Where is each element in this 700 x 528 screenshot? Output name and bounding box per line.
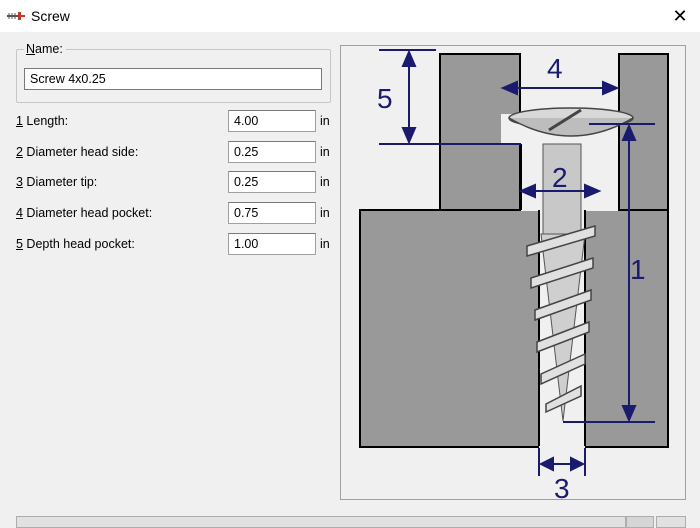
dimension-label-4: 4	[547, 53, 563, 84]
param-row-diameter-head-side: 2 Diameter head side: in	[16, 141, 346, 163]
diameter-head-pocket-unit: in	[320, 206, 330, 220]
screw-diagram-panel: 5 4 2 1 3	[340, 45, 686, 501]
param-row-depth-head-pocket: 5 Depth head pocket: in	[16, 233, 346, 255]
screw-diagram: 5 4 2 1 3	[359, 49, 669, 501]
title-bar: Screw ✕	[0, 0, 700, 32]
diameter-tip-label: 3 Diameter tip:	[16, 175, 98, 189]
close-button[interactable]: ✕	[660, 0, 700, 32]
dimension-label-3: 3	[554, 473, 570, 501]
window-title: Screw	[31, 8, 70, 24]
name-label: Name:	[24, 42, 66, 57]
length-label: 1 Length:	[16, 114, 69, 128]
bottom-button-left[interactable]	[626, 516, 654, 528]
dimension-label-1: 1	[630, 254, 646, 285]
depth-head-pocket-input[interactable]	[228, 233, 316, 255]
length-input[interactable]	[228, 110, 316, 132]
diameter-tip-input[interactable]	[228, 171, 316, 193]
dimension-label-2: 2	[552, 162, 568, 193]
param-row-length: 1 Length: in	[16, 110, 346, 132]
length-unit: in	[320, 114, 330, 128]
bottom-button-right[interactable]	[656, 516, 686, 528]
screw-app-icon	[7, 12, 25, 20]
close-icon: ✕	[672, 6, 688, 26]
dimension-label-5: 5	[377, 83, 393, 114]
bottom-input-bar[interactable]	[16, 516, 626, 528]
name-input[interactable]	[24, 68, 322, 90]
diameter-head-pocket-label: 4 Diameter head pocket:	[16, 206, 153, 220]
param-row-diameter-tip: 3 Diameter tip: in	[16, 171, 346, 193]
diameter-head-pocket-input[interactable]	[228, 202, 316, 224]
diameter-head-side-label: 2 Diameter head side:	[16, 145, 139, 159]
diameter-tip-unit: in	[320, 175, 330, 189]
depth-head-pocket-unit: in	[320, 237, 330, 251]
param-row-diameter-head-pocket: 4 Diameter head pocket: in	[16, 202, 346, 224]
diameter-head-side-unit: in	[320, 145, 330, 159]
diameter-head-side-input[interactable]	[228, 141, 316, 163]
depth-head-pocket-label: 5 Depth head pocket:	[16, 237, 135, 251]
lower-block	[359, 209, 669, 448]
